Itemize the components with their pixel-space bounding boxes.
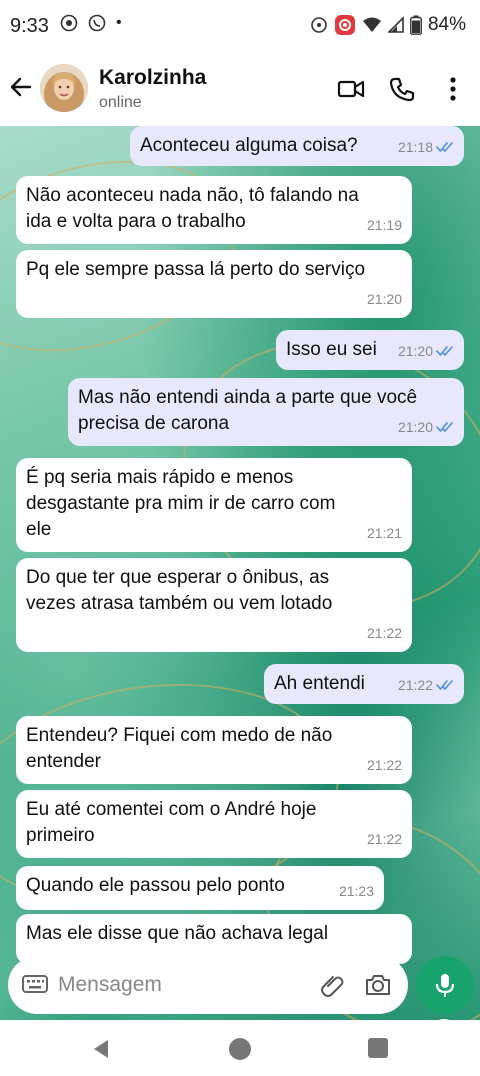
message-text-line: Entendeu? Fiquei com medo de não	[26, 725, 333, 746]
message-text-line: vezes atrasa também ou vem lotado	[26, 593, 333, 614]
message-text-line: Do que ter que esperar o ônibus, as	[26, 567, 330, 588]
more-options-icon[interactable]	[440, 76, 466, 102]
message-time: 21:18	[397, 139, 433, 155]
screen-record-icon	[60, 14, 78, 32]
battery-icon	[410, 15, 422, 35]
status-bar: 9:33 • 84%	[0, 0, 480, 52]
message-meta: 21:20	[367, 286, 402, 312]
message-meta: 21:22	[398, 672, 454, 698]
message-text-line: Quando ele passou pelo ponto	[26, 875, 285, 896]
read-ticks-icon	[436, 346, 453, 356]
message-text-line: É pq seria mais rápido e menos	[26, 467, 294, 488]
message-time: 21:22	[366, 831, 402, 847]
avatar[interactable]	[40, 64, 88, 112]
attach-icon[interactable]	[320, 972, 346, 998]
message-time: 21:20	[397, 419, 433, 435]
message-meta: 21:22	[367, 752, 402, 778]
message-text-line: entender	[26, 751, 102, 772]
incoming-message[interactable]: Eu até comentei com o André hoje primeiro…	[16, 790, 412, 858]
sync-icon	[311, 17, 327, 33]
message-input[interactable]	[58, 964, 308, 1006]
read-ticks-icon	[436, 680, 453, 690]
read-ticks-icon	[436, 142, 453, 152]
keyboard-icon[interactable]	[22, 973, 48, 995]
message-text-line: ida e volta para o trabalho	[26, 211, 246, 232]
voice-record-button[interactable]	[416, 956, 474, 1014]
outgoing-message[interactable]: Ah entendi 21:22	[264, 664, 464, 704]
chat-area[interactable]: Aconteceu alguma coisa? 21:18 Não acontece…	[0, 126, 480, 1020]
recording-icon	[334, 15, 355, 35]
nav-home-icon[interactable]	[229, 1038, 251, 1060]
microphone-icon	[435, 974, 455, 997]
incoming-message[interactable]: É pq seria mais rápido e menos desgastant…	[16, 458, 412, 552]
message-meta: 21:20	[398, 414, 454, 440]
outgoing-message[interactable]: Mas não entendi ainda a parte que você pr…	[68, 378, 464, 446]
wifi-icon	[362, 17, 381, 32]
outgoing-message[interactable]: Isso eu sei 21:20	[276, 330, 464, 370]
message-composer	[8, 956, 408, 1014]
nav-back-icon[interactable]	[90, 1038, 112, 1060]
message-meta: 21:22	[367, 620, 402, 646]
message-text-line: Pq ele sempre passa lá perto do serviço	[26, 259, 366, 280]
chat-header: Karolzinha online	[0, 52, 480, 126]
message-meta: 21:20	[398, 338, 454, 364]
status-notification-icons: •	[60, 14, 122, 32]
back-arrow-icon[interactable]	[8, 74, 34, 100]
contact-status: online	[99, 94, 142, 111]
message-time: 21:22	[366, 757, 402, 773]
video-call-icon[interactable]	[337, 76, 365, 102]
message-text-line: Não aconteceu nada não, tô falando na	[26, 185, 359, 206]
incoming-message[interactable]: Pq ele sempre passa lá perto do serviço 2…	[16, 250, 412, 318]
contact-name[interactable]: Karolzinha	[99, 66, 206, 90]
status-system-icons: 84%	[310, 14, 466, 36]
incoming-message[interactable]: Não aconteceu nada não, tô falando na ida…	[16, 176, 412, 244]
message-time: 21:22	[397, 677, 433, 693]
message-time: 21:19	[366, 217, 402, 233]
signal-icon	[387, 16, 404, 33]
incoming-message[interactable]: Entendeu? Fiquei com medo de não entender…	[16, 716, 412, 784]
incoming-message[interactable]: Quando ele passou pelo ponto 21:23	[16, 866, 384, 910]
message-time: 21:20	[366, 291, 402, 307]
message-meta: 21:19	[367, 212, 402, 238]
message-text-line: desgastante pra mim ir de carro com	[26, 493, 336, 514]
message-meta: 21:18	[398, 134, 454, 160]
message-text-line: primeiro	[26, 825, 95, 846]
status-dot: •	[116, 14, 122, 31]
message-text-line: Eu até comentei com o André hoje	[26, 799, 317, 820]
message-text-line: Mas ele disse que não achava legal	[26, 923, 329, 944]
message-time: 21:23	[338, 883, 374, 899]
message-text-line: Mas não entendi ainda a parte que você	[78, 387, 418, 408]
nav-recents-icon[interactable]	[368, 1038, 388, 1058]
message-time: 21:20	[397, 343, 433, 359]
message-meta: 21:21	[367, 520, 402, 546]
message-time: 21:21	[366, 525, 402, 541]
system-nav-bar	[0, 1020, 480, 1076]
whatsapp-icon	[88, 14, 106, 32]
phone-icon[interactable]	[388, 76, 416, 102]
message-meta: 21:22	[367, 826, 402, 852]
message-meta: 21:23	[339, 878, 374, 904]
read-ticks-icon	[436, 422, 453, 432]
incoming-message[interactable]: Do que ter que esperar o ônibus, as vezes…	[16, 558, 412, 652]
battery-percent: 84%	[427, 14, 466, 35]
outgoing-message[interactable]: Aconteceu alguma coisa? 21:18	[130, 126, 464, 166]
camera-icon[interactable]	[364, 972, 392, 998]
message-time: 21:22	[366, 625, 402, 641]
status-time: 9:33	[10, 15, 49, 37]
message-text-line: ele	[26, 519, 52, 540]
